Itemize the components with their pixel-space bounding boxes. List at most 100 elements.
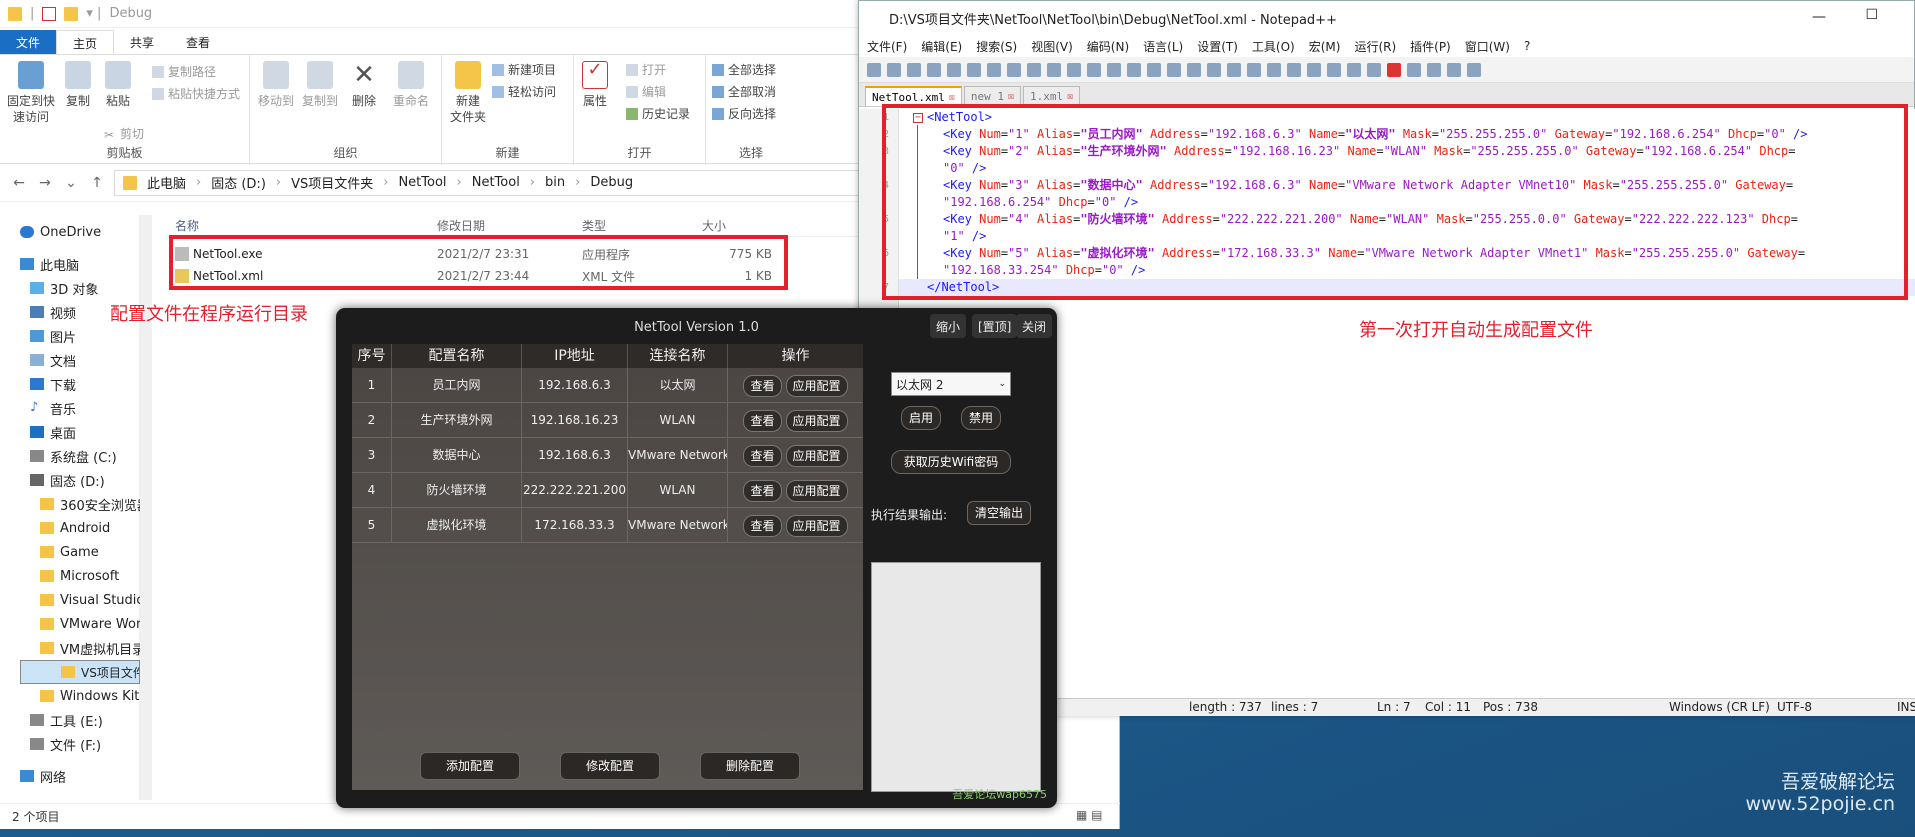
tree-item-this-pc[interactable]: 此电脑 bbox=[0, 252, 140, 276]
find-icon[interactable] bbox=[1107, 62, 1121, 77]
delete-config-button[interactable]: 删除配置 bbox=[700, 752, 800, 780]
record-macro-icon[interactable] bbox=[1387, 62, 1401, 77]
crumb[interactable]: VS项目文件夹 bbox=[291, 173, 373, 192]
tree-item[interactable]: 桌面 bbox=[0, 420, 140, 444]
tab-1-xml[interactable]: 1.xml ☒ bbox=[1023, 86, 1081, 106]
menu-item[interactable]: 编辑(E) bbox=[921, 38, 962, 55]
table-row[interactable]: 4 防火墙环境 222.222.221.200 WLAN 查看 应用配置 bbox=[352, 473, 863, 508]
indent-guide-icon[interactable] bbox=[1267, 62, 1281, 77]
close-button[interactable]: 关闭 bbox=[1016, 314, 1053, 338]
pin-top-button[interactable]: [置顶] bbox=[972, 314, 1018, 338]
new-folder-icon[interactable] bbox=[64, 6, 79, 21]
crumb[interactable]: Debug bbox=[590, 175, 633, 190]
copy-to-button[interactable]: 复制到 bbox=[300, 61, 340, 109]
menu-item[interactable]: 语言(L) bbox=[1143, 38, 1183, 55]
cut-button[interactable]: ✂ 剪切 bbox=[104, 125, 144, 142]
pin-button[interactable]: 固定到快 速访问 bbox=[6, 61, 56, 125]
properties-check-icon[interactable] bbox=[42, 6, 57, 21]
close-tab-icon[interactable]: ☒ bbox=[1008, 91, 1014, 102]
back-arrow-icon[interactable]: ← bbox=[10, 175, 28, 191]
tree-item[interactable]: 360安全浏览器 bbox=[0, 492, 140, 516]
add-config-button[interactable]: 添加配置 bbox=[420, 752, 520, 780]
minimize-button[interactable]: 缩小 bbox=[930, 314, 967, 338]
menu-item[interactable]: 搜索(S) bbox=[976, 38, 1017, 55]
tree-item[interactable]: 文件 (F:) bbox=[0, 732, 140, 756]
close-file-icon[interactable] bbox=[947, 62, 961, 77]
crumb[interactable]: 固态 (D:) bbox=[211, 173, 266, 192]
minimize-icon[interactable]: — bbox=[1812, 9, 1826, 25]
properties-button[interactable]: ✓ 属性 bbox=[580, 61, 610, 109]
maximize-icon[interactable]: ☐ bbox=[1865, 7, 1878, 23]
play-macro-icon[interactable] bbox=[1427, 62, 1441, 77]
tab-file[interactable]: 文件 bbox=[0, 30, 57, 54]
monitoring-icon[interactable] bbox=[1367, 62, 1381, 77]
word-wrap-icon[interactable] bbox=[1227, 62, 1241, 77]
select-none-button[interactable]: 全部取消 bbox=[712, 83, 776, 100]
table-row[interactable]: 5 虚拟化环境 172.168.33.3 VMware Network 查看 应用配置 bbox=[352, 508, 863, 543]
table-row[interactable]: 2 生产环境外网 192.168.16.23 WLAN 查看 应用配置 bbox=[352, 403, 863, 438]
crumb[interactable]: NetTool bbox=[472, 175, 520, 190]
tree-item[interactable]: Visual Studio bbox=[0, 588, 140, 612]
delete-button[interactable]: ✕ 删除 bbox=[346, 61, 382, 109]
menu-item[interactable]: 编码(N) bbox=[1087, 38, 1129, 55]
tab-view[interactable]: 查看 bbox=[170, 30, 226, 54]
redo-icon[interactable] bbox=[1087, 62, 1101, 77]
copy-icon[interactable] bbox=[1027, 62, 1041, 77]
copy-button[interactable]: 复制 bbox=[60, 61, 96, 109]
apply-config-button[interactable]: 应用配置 bbox=[785, 444, 848, 467]
move-to-button[interactable]: 移动到 bbox=[256, 61, 296, 109]
tab-nettool-xml[interactable]: NetTool.xml ☒ bbox=[865, 86, 962, 106]
adapter-select[interactable]: 以太网 2 ⌄ bbox=[891, 372, 1011, 396]
edit-button[interactable]: 编辑 bbox=[626, 83, 666, 100]
play-multiple-icon[interactable] bbox=[1447, 62, 1461, 77]
disable-button[interactable]: 禁用 bbox=[961, 406, 1001, 430]
view-button[interactable]: 查看 bbox=[743, 444, 782, 467]
tree-item[interactable]: 3D 对象 bbox=[0, 276, 140, 300]
tree-item[interactable]: 固态 (D:) bbox=[0, 468, 140, 492]
col-type[interactable]: 类型 bbox=[582, 217, 702, 234]
select-all-button[interactable]: 全部选择 bbox=[712, 61, 776, 78]
menu-item[interactable]: 视图(V) bbox=[1031, 38, 1073, 55]
history-dropdown-icon[interactable]: ⌄ bbox=[62, 175, 80, 191]
up-arrow-icon[interactable]: ↑ bbox=[88, 175, 106, 191]
tab-share[interactable]: 共享 bbox=[114, 30, 170, 54]
apply-config-button[interactable]: 应用配置 bbox=[785, 479, 848, 502]
crumb[interactable]: NetTool bbox=[398, 175, 446, 190]
tree-item-network[interactable]: 网络 bbox=[0, 764, 140, 788]
sync-v-icon[interactable] bbox=[1187, 62, 1201, 77]
view-button[interactable]: 查看 bbox=[743, 479, 782, 502]
menu-item[interactable]: 设置(T) bbox=[1197, 38, 1238, 55]
menu-item[interactable]: ? bbox=[1524, 39, 1530, 53]
col-size[interactable]: 大小 bbox=[702, 217, 772, 234]
menu-item[interactable]: 插件(P) bbox=[1410, 38, 1451, 55]
tree-item[interactable]: ♪ 音乐 bbox=[0, 396, 140, 420]
wifi-password-button[interactable]: 获取历史Wifi密码 bbox=[891, 450, 1011, 474]
function-list-icon[interactable] bbox=[1327, 62, 1341, 77]
apply-config-button[interactable]: 应用配置 bbox=[785, 409, 848, 432]
menu-item[interactable]: 运行(R) bbox=[1354, 38, 1396, 55]
paste-shortcut-button[interactable]: 粘贴快捷方式 bbox=[152, 85, 240, 102]
forward-arrow-icon[interactable]: → bbox=[36, 175, 54, 191]
open-button[interactable]: 打开 bbox=[626, 61, 666, 78]
paste-icon[interactable] bbox=[1047, 62, 1061, 77]
apply-config-button[interactable]: 应用配置 bbox=[785, 514, 848, 537]
col-date[interactable]: 修改日期 bbox=[437, 217, 582, 234]
folder-workspace-icon[interactable] bbox=[1347, 62, 1361, 77]
tree-item[interactable]: 工具 (E:) bbox=[0, 708, 140, 732]
close-tab-icon[interactable]: ☒ bbox=[1067, 91, 1073, 102]
tree-item[interactable]: Game bbox=[0, 540, 140, 564]
doc-map-icon[interactable] bbox=[1307, 62, 1321, 77]
tree-item[interactable]: VM虚拟机目录 bbox=[0, 636, 140, 660]
view-button[interactable]: 查看 bbox=[743, 409, 782, 432]
save-all-icon[interactable] bbox=[927, 62, 941, 77]
show-all-chars-icon[interactable] bbox=[1247, 62, 1261, 77]
udl-icon[interactable] bbox=[1287, 62, 1301, 77]
close-tab-icon[interactable]: ☒ bbox=[949, 92, 955, 103]
stop-macro-icon[interactable] bbox=[1407, 62, 1421, 77]
tab-home[interactable]: 主页 bbox=[56, 30, 115, 54]
menu-item[interactable]: 工具(O) bbox=[1252, 38, 1295, 55]
tree-item[interactable]: 图片 bbox=[0, 324, 140, 348]
save-icon[interactable] bbox=[907, 62, 921, 77]
menu-item[interactable]: 宏(M) bbox=[1309, 38, 1341, 55]
print-icon[interactable] bbox=[987, 62, 1001, 77]
